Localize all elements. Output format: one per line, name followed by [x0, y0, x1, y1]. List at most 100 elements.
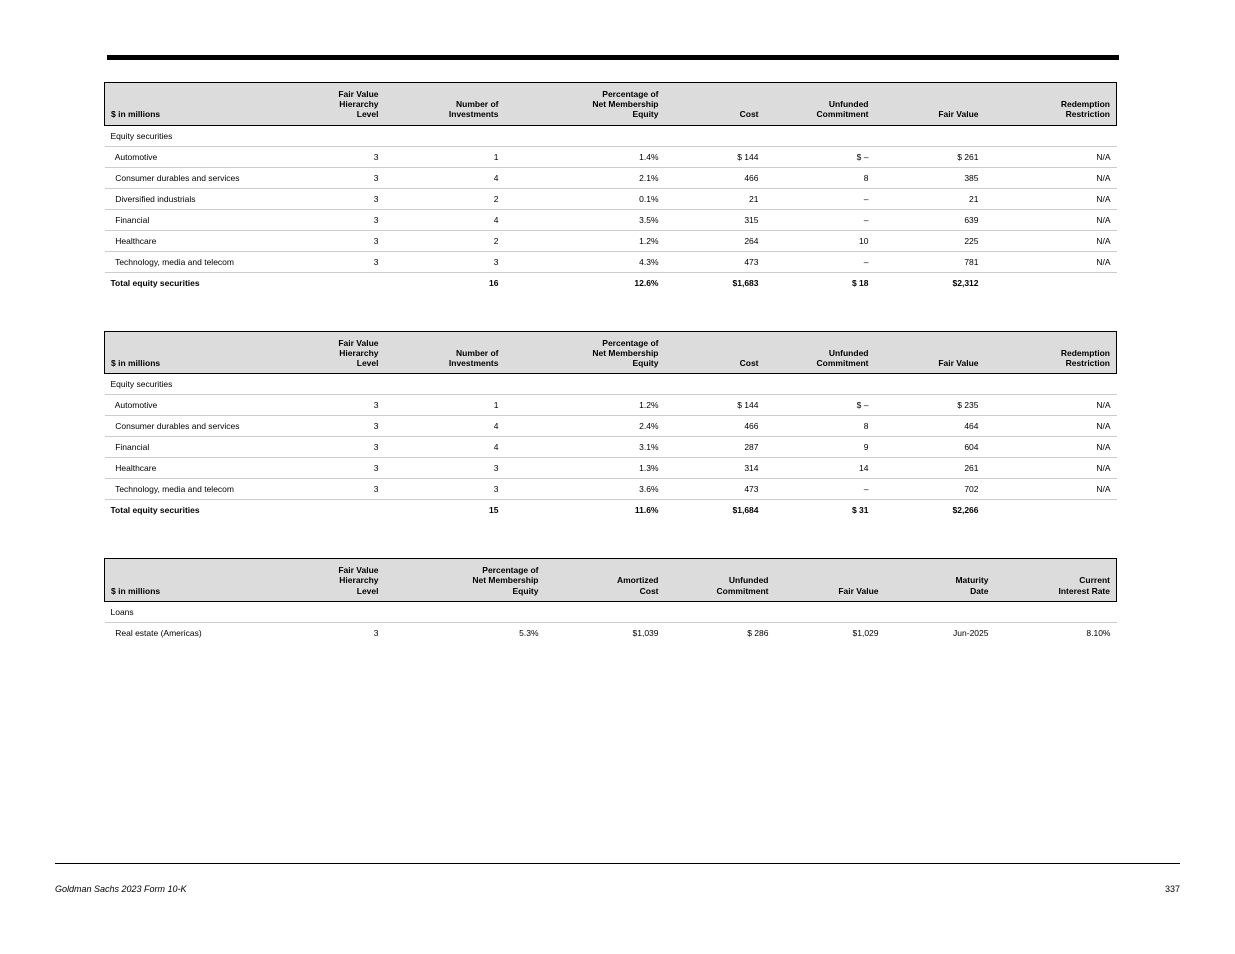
cell [885, 601, 995, 622]
th-metric: $ in millions [105, 331, 275, 374]
cell: Diversified industrials [105, 188, 275, 209]
th: UnfundedCommitment [765, 331, 875, 374]
cell: 3 [275, 479, 385, 500]
cell: N/A [985, 167, 1117, 188]
cell: 261 [875, 458, 985, 479]
cell: 3 [275, 622, 385, 643]
cell [545, 601, 665, 622]
th: UnfundedCommitment [765, 83, 875, 126]
table-row: Automotive311.2%$ 144$ –$ 235N/A [105, 395, 1117, 416]
table-row: Financial343.1%2879604N/A [105, 437, 1117, 458]
table-row: Healthcare321.2%26410225N/A [105, 230, 1117, 251]
cell: Real estate (Americas) [105, 622, 275, 643]
cell: 1 [385, 395, 505, 416]
cell: – [765, 251, 875, 272]
cell [995, 601, 1117, 622]
page: $ in millions Fair ValueHierarchyLevel N… [0, 0, 1235, 954]
footer-left: Goldman Sachs 2023 Form 10-K [55, 884, 187, 894]
cell: 604 [875, 437, 985, 458]
cell: N/A [985, 146, 1117, 167]
table-header-row: $ in millions Fair ValueHierarchyLevel P… [105, 559, 1117, 602]
table-row: Total equity securities1612.6%$1,683$ 18… [105, 272, 1117, 293]
th: Fair Value [875, 83, 985, 126]
cell: 5.3% [385, 622, 545, 643]
cell: 466 [665, 416, 765, 437]
cell: $1,684 [665, 500, 765, 521]
cell: 2.1% [505, 167, 665, 188]
cell: 11.6% [505, 500, 665, 521]
cell: $ 261 [875, 146, 985, 167]
cell: 385 [875, 167, 985, 188]
cell: 10 [765, 230, 875, 251]
cell [275, 272, 385, 293]
cell: $ 18 [765, 272, 875, 293]
cell [275, 601, 385, 622]
cell: Healthcare [105, 230, 275, 251]
cell: N/A [985, 479, 1117, 500]
table-row: Consumer durables and services342.4%4668… [105, 416, 1117, 437]
cell: N/A [985, 437, 1117, 458]
cell: 466 [665, 167, 765, 188]
cell [275, 374, 385, 395]
th: Percentage ofNet MembershipEquity [385, 559, 545, 602]
cell [385, 125, 505, 146]
cell: $1,029 [775, 622, 885, 643]
th-metric: $ in millions [105, 83, 275, 126]
table-row: Equity securities [105, 125, 1117, 146]
th: CurrentInterest Rate [995, 559, 1117, 602]
cell: $ 235 [875, 395, 985, 416]
cell: 3.6% [505, 479, 665, 500]
cell [385, 374, 505, 395]
th: Fair ValueHierarchyLevel [275, 83, 385, 126]
cell [775, 601, 885, 622]
cell: 16 [385, 272, 505, 293]
cell: $ 31 [765, 500, 875, 521]
cell [985, 374, 1117, 395]
th: Fair ValueHierarchyLevel [275, 559, 385, 602]
cell: $ – [765, 146, 875, 167]
cell: 781 [875, 251, 985, 272]
cell [875, 374, 985, 395]
cell [385, 601, 545, 622]
cell: 639 [875, 209, 985, 230]
cell [765, 374, 875, 395]
th: Fair Value [775, 559, 885, 602]
cell: Loans [105, 601, 275, 622]
th: Fair ValueHierarchyLevel [275, 331, 385, 374]
table-row: Total equity securities 1511.6%$1,684$ 31… [105, 500, 1117, 521]
cell: 4 [385, 167, 505, 188]
cell: 4.3% [505, 251, 665, 272]
cell: N/A [985, 230, 1117, 251]
th: Percentage ofNet MembershipEquity [505, 331, 665, 374]
cell [665, 374, 765, 395]
cell: Consumer durables and services [105, 167, 275, 188]
table-row: Real estate (Americas)35.3%$1,039$ 286$1… [105, 622, 1117, 643]
cell: 15 [385, 500, 505, 521]
cell: 0.1% [505, 188, 665, 209]
cell: 3 [385, 458, 505, 479]
cell: 3 [275, 416, 385, 437]
cell: N/A [985, 188, 1117, 209]
cell: 9 [765, 437, 875, 458]
table-row: Financial343.5%315–639N/A [105, 209, 1117, 230]
table-row: Diversified industrials320.1%21–21N/A [105, 188, 1117, 209]
th: Cost [665, 83, 765, 126]
cell [875, 125, 985, 146]
cell [985, 500, 1117, 521]
cell: – [765, 209, 875, 230]
cell: 1.2% [505, 230, 665, 251]
cell: 2.4% [505, 416, 665, 437]
th: Number ofInvestments [385, 331, 505, 374]
cell: 3 [275, 437, 385, 458]
cell: 473 [665, 251, 765, 272]
table-2022: $ in millions Fair ValueHierarchyLevel N… [104, 331, 1117, 521]
cell: 3 [275, 188, 385, 209]
th: RedemptionRestriction [985, 331, 1117, 374]
cell: 315 [665, 209, 765, 230]
cell: N/A [985, 251, 1117, 272]
footer-page-number: 337 [1165, 884, 1180, 894]
table-row: Automotive311.4%$ 144$ –$ 261N/A [105, 146, 1117, 167]
cell: Total equity securities [105, 500, 275, 521]
cell: 21 [665, 188, 765, 209]
cell: 464 [875, 416, 985, 437]
